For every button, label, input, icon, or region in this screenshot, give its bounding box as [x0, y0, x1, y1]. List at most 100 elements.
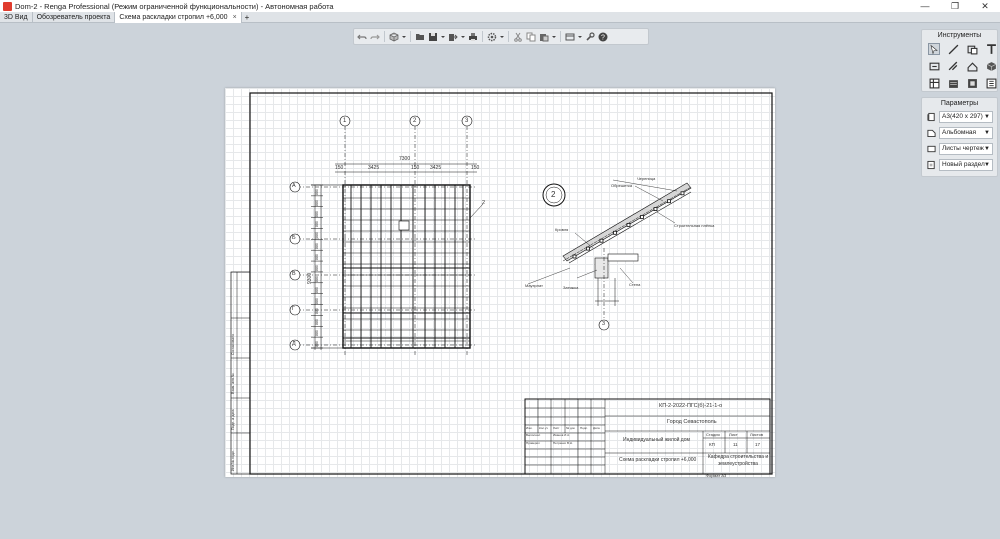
stamp-icon[interactable]: [966, 77, 978, 89]
leader-mark: 2: [482, 200, 486, 206]
chevron-down-icon[interactable]: [499, 31, 505, 43]
separator: [410, 31, 411, 42]
copy-icon[interactable]: [525, 31, 537, 43]
label-mauerlat: Мауэрлат: [525, 283, 543, 288]
separator: [508, 31, 509, 42]
axis-label-1: 1: [343, 118, 347, 124]
layout-icon[interactable]: [947, 77, 959, 89]
section-select[interactable]: Новый раздел ▼: [939, 159, 993, 171]
separator: [482, 31, 483, 42]
dimension-total: 7300: [399, 156, 411, 162]
pitch-dimension-label: 880: [315, 286, 319, 293]
open-folder-icon[interactable]: [414, 31, 426, 43]
stamp-role: Выполнил: [526, 433, 541, 437]
rebar-icon[interactable]: [947, 60, 959, 72]
sheets-icon: [926, 144, 936, 155]
line-icon[interactable]: [947, 43, 959, 55]
lathing-bar: [599, 238, 604, 243]
app-logo-icon: [3, 1, 12, 11]
title-bar: Dom-2 - Renga Professional (Режим ограни…: [0, 0, 1000, 12]
stamp-header-cell: Кол.уч: [539, 426, 548, 430]
sheet-view-icon[interactable]: [564, 31, 576, 43]
label-wall: Стена: [629, 282, 641, 287]
select-value: Новый раздел: [942, 161, 985, 168]
rafter-plan: [342, 184, 484, 349]
detail-axis: 3: [602, 321, 606, 327]
chevron-down-icon: ▼: [984, 114, 990, 120]
help-icon[interactable]: ?: [597, 31, 609, 43]
stamp-col-sheet: Лист: [729, 432, 738, 437]
stamp-sheet: 11: [733, 442, 738, 447]
chevron-down-icon[interactable]: [551, 31, 557, 43]
cube-view-icon[interactable]: [388, 31, 400, 43]
tab-rafter-layout[interactable]: Схема раскладки стропил +6,000 ×: [115, 12, 242, 23]
side-stamp-label: Согласовано: [231, 333, 235, 355]
orientation-icon: [926, 128, 936, 139]
chevron-down-icon: ▼: [984, 146, 990, 152]
print-icon[interactable]: [467, 31, 479, 43]
chevron-down-icon[interactable]: [440, 31, 446, 43]
lathing-bar: [667, 199, 671, 204]
undo-icon[interactable]: [356, 31, 368, 43]
tab-close-button[interactable]: ×: [233, 14, 237, 21]
minimize-button[interactable]: —: [910, 0, 940, 12]
paste-icon[interactable]: [538, 31, 550, 43]
page-format-select[interactable]: А3(420 x 297) ▼: [939, 111, 993, 123]
pitch-dimension-label: 880: [315, 210, 319, 217]
cut-icon[interactable]: [512, 31, 524, 43]
stamp-person: Иванов И.А.: [553, 433, 570, 437]
tab-project-browser[interactable]: Обозреватель проекта: [33, 12, 116, 23]
sheets-select[interactable]: Листы чертеж ▼: [939, 143, 993, 155]
list-icon[interactable]: [985, 77, 997, 89]
axis-label-v: В: [292, 271, 296, 277]
stamp-header-cell: Подп.: [580, 426, 588, 430]
close-button[interactable]: ✕: [970, 0, 1000, 12]
select-value: А3(420 x 297): [942, 113, 983, 120]
rectangle-icon[interactable]: [966, 43, 978, 55]
stamp-city: Город Севастополь: [667, 419, 717, 425]
label-tile: Черепица: [637, 176, 656, 181]
dimension-segment: 3425: [430, 165, 442, 171]
chevron-down-icon[interactable]: [401, 31, 407, 43]
dimension-segment: 3425: [368, 165, 380, 171]
pitch-dimension-label: 880: [315, 221, 319, 228]
stamp-col-stage: Стадия: [706, 432, 720, 437]
stamp-role: Проверил: [526, 441, 540, 445]
lathing-bar: [653, 207, 658, 211]
redo-icon[interactable]: [369, 31, 381, 43]
stamp-header-cell: № док: [566, 426, 575, 430]
table-icon[interactable]: [928, 77, 940, 89]
pitch-dimension-label: 880: [315, 297, 319, 304]
orientation-select[interactable]: Альбомная ▼: [939, 127, 993, 139]
detail-mark: 2: [551, 190, 556, 199]
3d-box-icon[interactable]: [985, 60, 997, 72]
select-icon[interactable]: [928, 43, 940, 55]
pitch-dimension-label: 880: [315, 254, 319, 261]
stamp-sheets: 17: [755, 442, 761, 447]
new-tab-button[interactable]: +: [242, 12, 253, 23]
drawing-sheet[interactable]: 1 2 3 А Б В Г Д 7300 150 3425 150 3425 1…: [225, 88, 775, 478]
maximize-button[interactable]: ❐: [940, 0, 970, 12]
label-membrane: Строительная плёнка: [674, 223, 715, 228]
param-row-sheets: Листы чертеж ▼: [922, 141, 997, 157]
param-row-format: А3(420 x 297) ▼: [922, 109, 997, 125]
wrench-icon[interactable]: [584, 31, 596, 43]
window-title: Dom-2 - Renga Professional (Режим ограни…: [15, 1, 334, 11]
parameters-panel-title: Параметры: [940, 100, 979, 107]
dimension-icon[interactable]: [928, 60, 940, 72]
axis-label-3: 3: [465, 118, 469, 124]
export-icon[interactable]: [447, 31, 459, 43]
section-icon[interactable]: [966, 60, 978, 72]
settings-gear-icon[interactable]: [486, 31, 498, 43]
side-stamp-label: Инв.№ подл.: [231, 450, 235, 471]
stamp-organization: Кафедра строительства и землеустройства: [707, 454, 769, 467]
chevron-down-icon: ▼: [984, 130, 990, 136]
save-icon[interactable]: [427, 31, 439, 43]
pitch-dimension-label: 880: [315, 275, 319, 282]
tab-3d-view[interactable]: 3D Вид: [0, 12, 33, 23]
chevron-down-icon[interactable]: [577, 31, 583, 43]
pitch-dimension-label: 880: [315, 341, 319, 347]
pitch-dimension-label: 880: [315, 265, 319, 271]
chevron-down-icon[interactable]: [460, 31, 466, 43]
text-icon[interactable]: [985, 43, 997, 55]
